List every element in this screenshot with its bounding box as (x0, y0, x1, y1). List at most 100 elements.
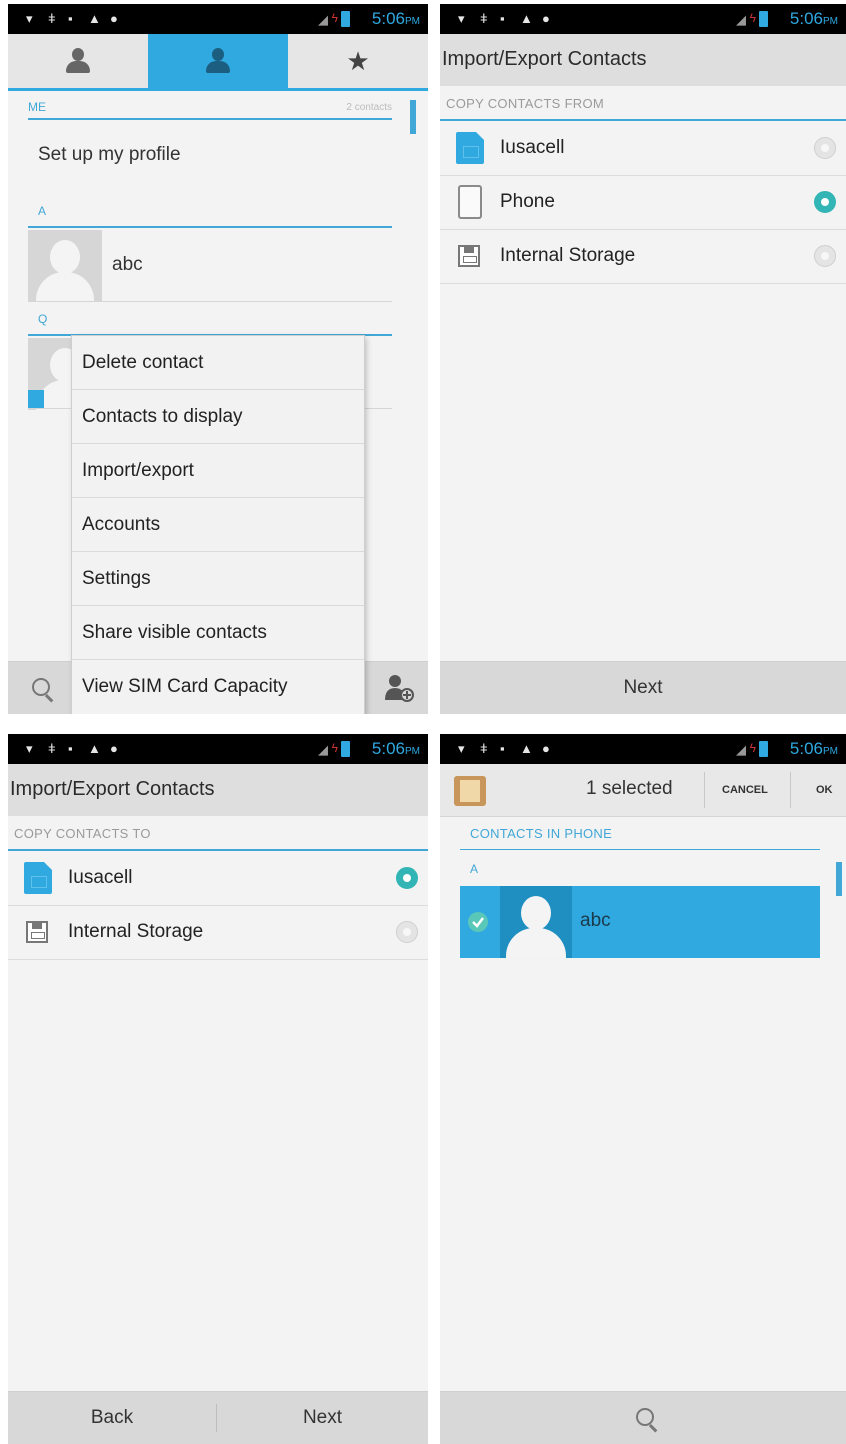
section-divider (28, 226, 392, 228)
radio-internal-storage[interactable] (396, 921, 418, 943)
section-header-a: A (470, 862, 479, 876)
tab-contacts[interactable] (148, 34, 288, 88)
tab-groups[interactable] (8, 34, 148, 88)
divider (704, 772, 705, 808)
divider (790, 772, 791, 808)
section-header: CONTACTS IN PHONE (470, 826, 613, 841)
option-row-iusacell[interactable]: Iusacell (440, 122, 846, 176)
phone-icon (458, 185, 482, 219)
menu-item-contacts-to-display[interactable]: Contacts to display (72, 390, 364, 444)
sim-icon (24, 862, 52, 894)
status-bar: ▾ ǂ ▪ ▲ ● ◢ ϟ 5:06PM (440, 4, 846, 34)
section-divider (440, 119, 846, 121)
wifi-icon: ▾ (26, 11, 33, 26)
sd-icon: ▪ (68, 11, 73, 26)
section-header: COPY CONTACTS FROM (446, 96, 605, 111)
radio-iusacell[interactable] (814, 137, 836, 159)
scrollbar[interactable] (836, 862, 842, 896)
tab-favorites[interactable]: ★ (288, 34, 428, 88)
bottom-action-bar: Next (440, 661, 846, 714)
menu-item-share-visible-contacts[interactable]: Share visible contacts (72, 606, 364, 660)
status-bar: ▾ ǂ ▪ ▲ ● ◢ ϟ 5:06PM (440, 734, 846, 764)
star-icon: ★ (346, 46, 370, 76)
charging-icon: ϟ (749, 11, 756, 25)
contact-name: abc (580, 910, 611, 931)
signal-icon: ◢ (318, 742, 328, 757)
search-icon[interactable] (636, 1408, 654, 1426)
wifi-icon: ▾ (458, 11, 465, 26)
sd-icon: ▪ (68, 741, 73, 756)
message-icon: ● (542, 741, 550, 756)
selected-contact-row[interactable]: abc (460, 886, 820, 958)
select-contacts-screen: ▾ ǂ ▪ ▲ ● ◢ ϟ 5:06PM 1 selected CANCEL O… (440, 734, 846, 1444)
menu-item-delete-contact[interactable]: Delete contact (72, 336, 364, 390)
setup-profile[interactable]: Set up my profile (38, 144, 181, 166)
sd-icon: ▪ (500, 741, 505, 756)
selected-count[interactable]: 1 selected (586, 778, 673, 800)
radio-iusacell[interactable] (396, 867, 418, 889)
option-label: Iusacell (68, 867, 133, 888)
clock: 5:06PM (371, 9, 420, 28)
message-icon: ● (110, 741, 118, 756)
option-row-internal-storage[interactable]: Internal Storage (440, 230, 846, 284)
charging-icon: ϟ (331, 11, 338, 25)
groups-icon (66, 48, 90, 74)
section-header: COPY CONTACTS TO (14, 826, 151, 841)
radio-phone[interactable] (814, 191, 836, 213)
wifi-icon: ▾ (458, 741, 465, 756)
battery-icon (759, 11, 768, 27)
message-icon: ● (542, 11, 550, 26)
battery-icon (759, 741, 768, 757)
warning-icon: ▲ (520, 11, 533, 26)
option-row-iusacell[interactable]: Iusacell (8, 852, 428, 906)
import-export-to-screen: ▾ ǂ ▪ ▲ ● ◢ ϟ 5:06PM Import/Export Conta… (8, 734, 428, 1444)
menu-item-settings[interactable]: Settings (72, 552, 364, 606)
cancel-button[interactable]: CANCEL (722, 784, 768, 796)
menu-item-accounts[interactable]: Accounts (72, 498, 364, 552)
avatar (28, 230, 102, 302)
next-button[interactable]: Next (440, 662, 846, 714)
add-contact-icon[interactable] (384, 674, 414, 702)
storage-icon (458, 245, 480, 267)
scrollbar[interactable] (410, 100, 416, 134)
person-icon (206, 48, 230, 74)
title-bar: Import/Export Contacts (8, 764, 428, 816)
import-export-from-screen: ▾ ǂ ▪ ▲ ● ◢ ϟ 5:06PM Import/Export Conta… (440, 4, 846, 714)
menu-item-import-export[interactable]: Import/export (72, 444, 364, 498)
usb-icon: ǂ (480, 741, 488, 756)
page-title: Import/Export Contacts (442, 48, 647, 70)
storage-icon (26, 921, 48, 943)
me-section-header: ME (28, 100, 46, 114)
search-icon[interactable] (32, 678, 50, 696)
selection-action-bar: 1 selected CANCEL OK (440, 764, 846, 817)
charging-icon: ϟ (331, 741, 338, 755)
overflow-menu: Delete contact Contacts to display Impor… (72, 336, 364, 714)
option-row-internal-storage[interactable]: Internal Storage (8, 906, 428, 960)
usb-icon: ǂ (480, 11, 488, 26)
ok-button[interactable]: OK (816, 784, 833, 796)
section-header-q: Q (38, 312, 48, 326)
signal-icon: ◢ (736, 742, 746, 757)
sim-badge-icon (28, 390, 44, 408)
sd-icon: ▪ (500, 11, 505, 26)
warning-icon: ▲ (520, 741, 533, 756)
radio-internal-storage[interactable] (814, 245, 836, 267)
option-label: Iusacell (500, 137, 565, 158)
usb-icon: ǂ (48, 11, 56, 26)
contacts-book-icon[interactable] (454, 776, 486, 806)
battery-icon (341, 11, 350, 27)
option-row-phone[interactable]: Phone (440, 176, 846, 230)
option-label: Internal Storage (500, 245, 636, 266)
page-title: Import/Export Contacts (10, 778, 215, 800)
checkmark-icon (468, 912, 488, 932)
contacts-tabs: ★ (8, 34, 428, 91)
status-bar: ▾ ǂ ▪ ▲ ● ◢ ϟ 5:06PM (8, 734, 428, 764)
bottom-action-bar (440, 1391, 846, 1444)
clock: 5:06PM (789, 9, 838, 28)
avatar (500, 886, 572, 958)
contact-abc[interactable]: abc (112, 254, 143, 276)
menu-item-view-sim-capacity[interactable]: View SIM Card Capacity (72, 660, 364, 713)
next-button[interactable]: Next (217, 1392, 428, 1444)
section-header-a: A (38, 204, 47, 218)
back-button[interactable]: Back (8, 1392, 216, 1444)
